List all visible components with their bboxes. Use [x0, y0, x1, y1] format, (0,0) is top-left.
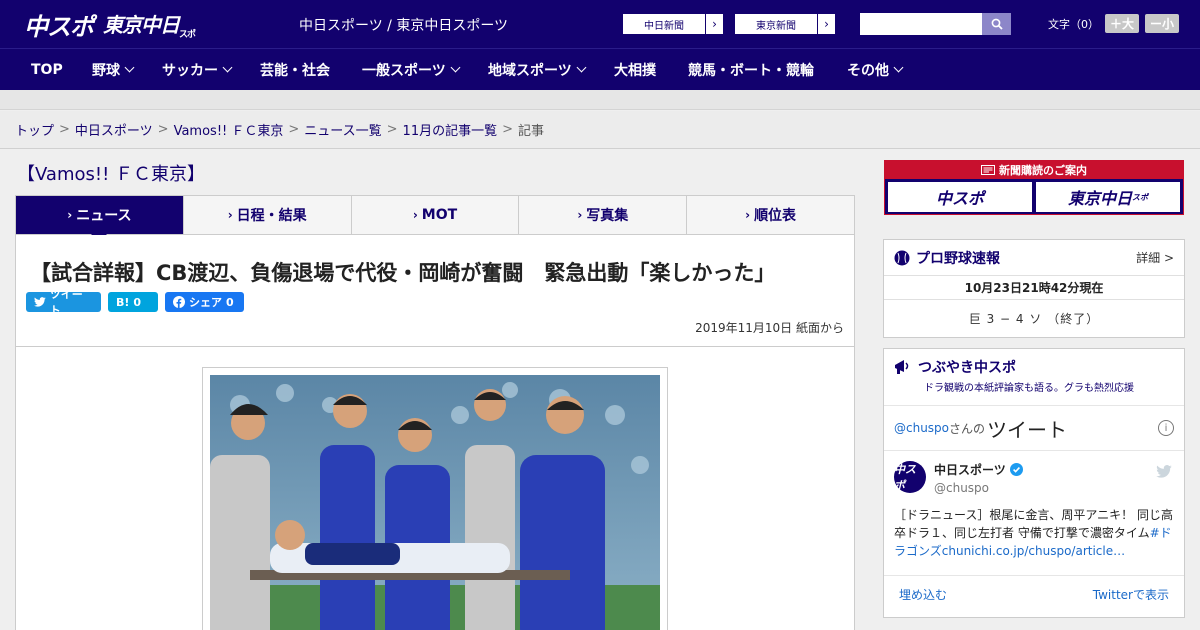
tweet-timeline-handle[interactable]: @chuspo [894, 421, 949, 435]
view-on-twitter-link[interactable]: Twitterで表示 [1093, 586, 1169, 603]
main-nav: TOP 野球 サッカー 芸能・社会 一般スポーツ 地域スポーツ 大相撲 競馬・ボ… [0, 48, 1200, 90]
tweet-author[interactable]: 中スポ 中日スポーツ @chuspo [894, 461, 1023, 495]
nav-baseball[interactable]: 野球 [92, 49, 135, 90]
breadcrumb-current: 記事 [518, 124, 545, 139]
breadcrumb-chunichi-sports[interactable]: 中日スポーツ [75, 120, 153, 139]
tab-schedule[interactable]: › 日程・結果 [182, 196, 351, 234]
megaphone-icon [895, 360, 909, 374]
tweet-button[interactable]: ツイート [26, 288, 101, 317]
avatar[interactable]: 中スポ [894, 461, 926, 493]
logo-chuspo[interactable]: 中スポ [24, 7, 94, 42]
site-name: 中日スポーツ / 東京中日スポーツ [299, 18, 509, 34]
breadcrumb-news-list[interactable]: ニュース一覧 [304, 120, 381, 139]
chevron-right-icon: › [705, 14, 723, 34]
article-divider [16, 346, 854, 347]
chevron-down-icon [576, 62, 587, 73]
top-header-bar: 中スポ 東京中日スポ 中日スポーツ / 東京中日スポーツ 中日新聞 › 東京新聞… [0, 0, 1200, 48]
nav-other[interactable]: その他 [847, 49, 904, 90]
verified-badge-icon [1009, 463, 1023, 476]
article-photo[interactable] [210, 375, 660, 630]
twitter-widget: つぶやき中スポ ドラ観戦の本紙評論家も語る。グラも熱烈応援 @chuspo さん… [883, 348, 1185, 618]
twitter-bird-icon [34, 297, 46, 307]
nav-local-sports[interactable]: 地域スポーツ [488, 49, 587, 90]
header-spacer [0, 90, 1200, 110]
baseball-icon [894, 250, 910, 265]
promo-header: 新聞購読のご案内 [885, 161, 1183, 179]
site-search [860, 13, 1011, 35]
chevron-down-icon [124, 62, 135, 73]
tweet-text: ［ドラニュース］根尾に金言、周平アニキ！ 同じ高卒ドラ１、同じ左打者 守備で打撃… [894, 508, 1173, 558]
logo-tokyo-chunichi[interactable]: 東京中日スポ [103, 9, 196, 40]
pro-baseball-title: プロ野球速報 [916, 250, 1000, 267]
search-input[interactable] [860, 13, 982, 35]
twitter-bird-icon[interactable] [1156, 465, 1172, 478]
tweet-widget-header: つぶやき中スポ [884, 349, 1184, 379]
chevron-down-icon [450, 62, 461, 73]
article: 【試合詳報】CB渡辺、負傷退場で代役・岡崎が奮闘 緊急出動「楽しかった」 ツイー… [15, 235, 855, 630]
nav-top[interactable]: TOP [31, 49, 63, 90]
share-buttons: ツイート B! 0 シェア 0 [26, 288, 244, 317]
tab-photos[interactable]: › 写真集 [518, 196, 686, 234]
site-logo[interactable]: 中スポ 東京中日スポ [24, 7, 196, 42]
hatena-bookmark-button[interactable]: B! 0 [108, 292, 158, 312]
pro-baseball-header: プロ野球速報 詳細 > [884, 240, 1184, 276]
tweet-widget-title: つぶやき中スポ [918, 360, 1016, 376]
tweet-timeline-header: @chuspo さんの ツイート i [884, 405, 1184, 451]
tweet-widget-subtitle: ドラ観戦の本紙評論家も語る。グラも熱烈応援 [924, 383, 1134, 394]
nav-soccer[interactable]: サッカー [162, 49, 233, 90]
article-headline: 【試合詳報】CB渡辺、負傷退場で代役・岡崎が奮闘 緊急出動「楽しかった」 [30, 261, 776, 285]
nav-sumo[interactable]: 大相撲 [614, 49, 656, 90]
font-size-label: 文字（0） [1048, 17, 1099, 31]
font-larger-button[interactable]: ＋大 [1105, 14, 1140, 33]
chevron-right-icon: › [817, 14, 835, 34]
embed-link[interactable]: 埋め込む [899, 586, 947, 603]
chunichi-shimbun-link[interactable]: 中日新聞 › [622, 13, 724, 35]
stretcher-photo-illustration [210, 375, 660, 630]
search-button[interactable] [982, 13, 1011, 35]
hatena-icon: B! [116, 295, 130, 309]
tweet-author-handle: @chuspo [934, 481, 990, 495]
tweet-author-name: 中日スポーツ [934, 463, 1006, 477]
tab-news[interactable]: › ニュース [16, 196, 183, 242]
article-photo-frame [202, 367, 668, 630]
tokyo-shimbun-link[interactable]: 東京新聞 › [734, 13, 836, 35]
pro-baseball-card: プロ野球速報 詳細 > 10月23日21時42分現在 巨 3 − 4 ソ （終了… [883, 239, 1185, 338]
subscribe-tokyo-chunichi-button[interactable]: 東京中日 スポ [1036, 182, 1180, 212]
font-size-controls: 文字（0） ＋大 ー小 [1048, 14, 1180, 33]
pro-baseball-score[interactable]: 巨 3 − 4 ソ （終了） [884, 300, 1184, 336]
info-icon[interactable]: i [1158, 420, 1174, 436]
nav-racing[interactable]: 競馬・ボート・競輪 [688, 49, 814, 90]
breadcrumb-vamos[interactable]: Vamos!! ＦＣ東京 [174, 120, 284, 139]
promo-buttons: 中スポ 東京中日 スポ [885, 179, 1183, 215]
breadcrumb: トップ > 中日スポーツ > Vamos!! ＦＣ東京 > ニュース一覧 > 1… [0, 111, 1200, 149]
hatena-count: 0 [133, 295, 142, 309]
facebook-share-button[interactable]: シェア 0 [165, 292, 244, 312]
tweet-widget-footer: 埋め込む Twitterで表示 [884, 575, 1184, 612]
search-icon [991, 18, 1003, 30]
breadcrumb-november-list[interactable]: 11月の記事一覧 [403, 120, 498, 139]
nav-entertainment[interactable]: 芸能・社会 [260, 49, 330, 90]
facebook-count: 0 [226, 295, 234, 309]
tweet-link[interactable]: chunichi.co.jp/chuspo/article… [942, 544, 1125, 558]
pro-baseball-more-link[interactable]: 詳細 > [1136, 249, 1174, 266]
section-title[interactable]: 【Vamos!! ＦＣ東京】 [17, 160, 205, 186]
article-date: 2019年11月10日 紙面から [695, 321, 844, 335]
tab-standings[interactable]: › 順位表 [686, 196, 854, 234]
section-tabs: › ニュース › 日程・結果 › MOT › 写真集 › 順位表 [15, 195, 855, 242]
chevron-down-icon [893, 62, 904, 73]
facebook-icon [173, 296, 185, 308]
chevron-down-icon [222, 62, 233, 73]
pro-baseball-time: 10月23日21時42分現在 [884, 276, 1184, 300]
breadcrumb-top[interactable]: トップ [15, 120, 54, 139]
tab-mot[interactable]: › MOT [350, 196, 519, 234]
subscribe-chuspo-button[interactable]: 中スポ [888, 182, 1032, 212]
nav-general-sports[interactable]: 一般スポーツ [362, 49, 461, 90]
font-smaller-button[interactable]: ー小 [1145, 14, 1180, 33]
newspaper-icon [981, 165, 995, 175]
subscription-promo: 新聞購読のご案内 中スポ 東京中日 スポ [884, 160, 1184, 215]
